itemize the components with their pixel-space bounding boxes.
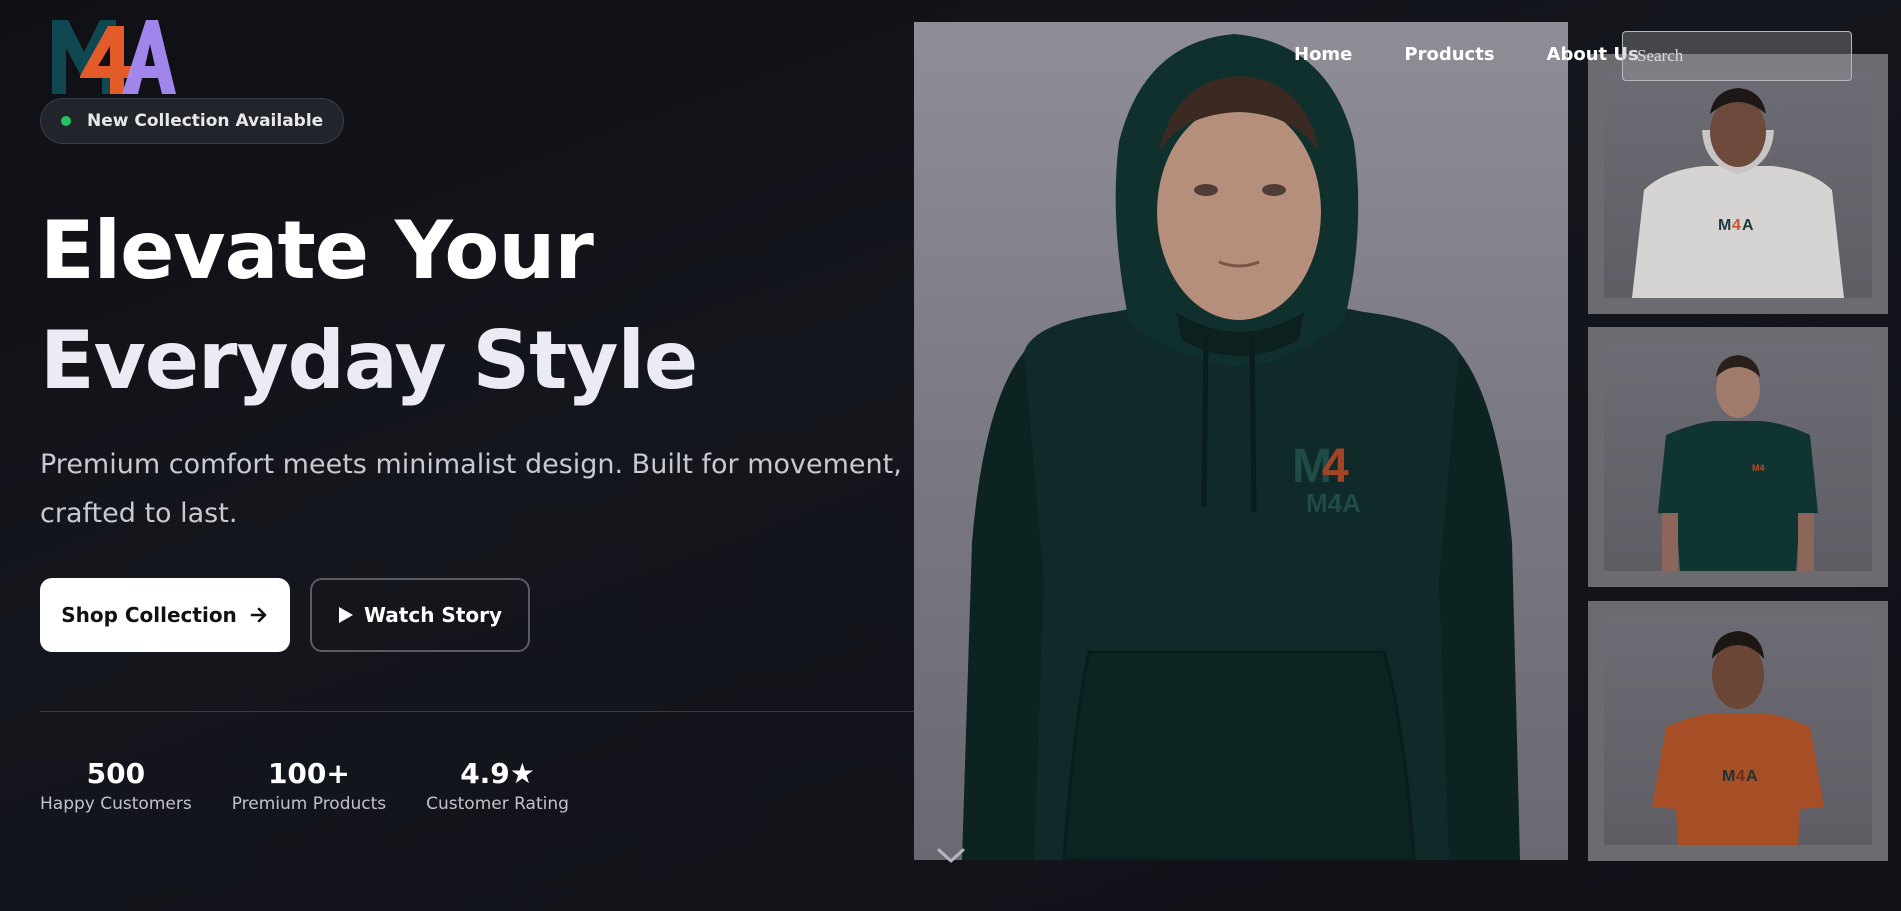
svg-text:M4A: M4A (1306, 488, 1361, 518)
nav-products[interactable]: Products (1404, 44, 1494, 65)
status-dot-icon (61, 116, 71, 126)
svg-text:A: A (1742, 217, 1754, 234)
orange-tshirt-illustration: M 4 A (1652, 631, 1824, 845)
white-hoodie-illustration: M 4 A (1632, 88, 1844, 298)
main-product-image[interactable]: M 4 M4A (914, 22, 1568, 860)
stats-row: 500 Happy Customers 100+ Premium Product… (40, 756, 569, 816)
search-input[interactable] (1622, 31, 1852, 81)
hoodie-illustration: M 4 M4A (962, 34, 1520, 860)
top-nav: Home Products About Us (1294, 44, 1639, 65)
stat-rating: 4.9★ Customer Rating (426, 756, 569, 816)
nav-home[interactable]: Home (1294, 44, 1352, 65)
watch-story-label: Watch Story (363, 603, 503, 627)
thumbnail-image: M 4 A (1604, 617, 1872, 845)
thumbnail-orange-tshirt[interactable]: M 4 A (1588, 601, 1888, 861)
svg-text:4: 4 (1732, 217, 1741, 234)
thumbnail-green-tshirt[interactable]: M4 (1588, 327, 1888, 587)
stat-label: Premium Products (231, 794, 387, 814)
svg-text:M4: M4 (1752, 463, 1765, 473)
svg-text:A: A (1746, 768, 1758, 785)
stat-value: 4.9★ (460, 757, 535, 790)
thumbnail-white-hoodie[interactable]: M 4 A (1588, 54, 1888, 314)
hero-title-line1: Elevate Your (40, 204, 594, 297)
svg-text:4: 4 (1736, 768, 1745, 785)
play-icon (338, 607, 353, 623)
hero-title: Elevate Your Everyday Style (40, 196, 860, 416)
stat-products: 100+ Premium Products (232, 756, 386, 816)
green-tshirt-illustration: M4 (1658, 355, 1818, 571)
svg-text:4: 4 (1322, 440, 1349, 493)
stat-label: Customer Rating (426, 794, 569, 814)
landing-page: New Collection Available Elevate Your Ev… (0, 0, 1901, 911)
stat-value: 500 (86, 757, 146, 790)
chevron-down-icon[interactable] (936, 844, 966, 866)
arrow-right-icon (250, 607, 267, 623)
svg-text:M: M (1718, 217, 1731, 234)
shop-collection-label: Shop Collection (61, 603, 237, 627)
shop-collection-button[interactable]: Shop Collection (40, 578, 290, 652)
svg-text:M: M (1722, 768, 1735, 785)
stat-customers: 500 Happy Customers (40, 756, 192, 816)
new-collection-badge: New Collection Available (40, 98, 345, 144)
stat-label: Happy Customers (40, 794, 192, 814)
thumbnail-image: M4 (1604, 343, 1872, 571)
brand-logo[interactable] (50, 18, 176, 96)
watch-story-button[interactable]: Watch Story (310, 578, 530, 652)
hero-subtitle: Premium comfort meets minimalist design.… (40, 449, 902, 529)
thumbnail-image: M 4 A (1604, 70, 1872, 298)
badge-label: New Collection Available (87, 111, 324, 131)
hero-title-line2: Everyday Style (40, 314, 698, 407)
stat-value: 100+ (267, 757, 350, 790)
